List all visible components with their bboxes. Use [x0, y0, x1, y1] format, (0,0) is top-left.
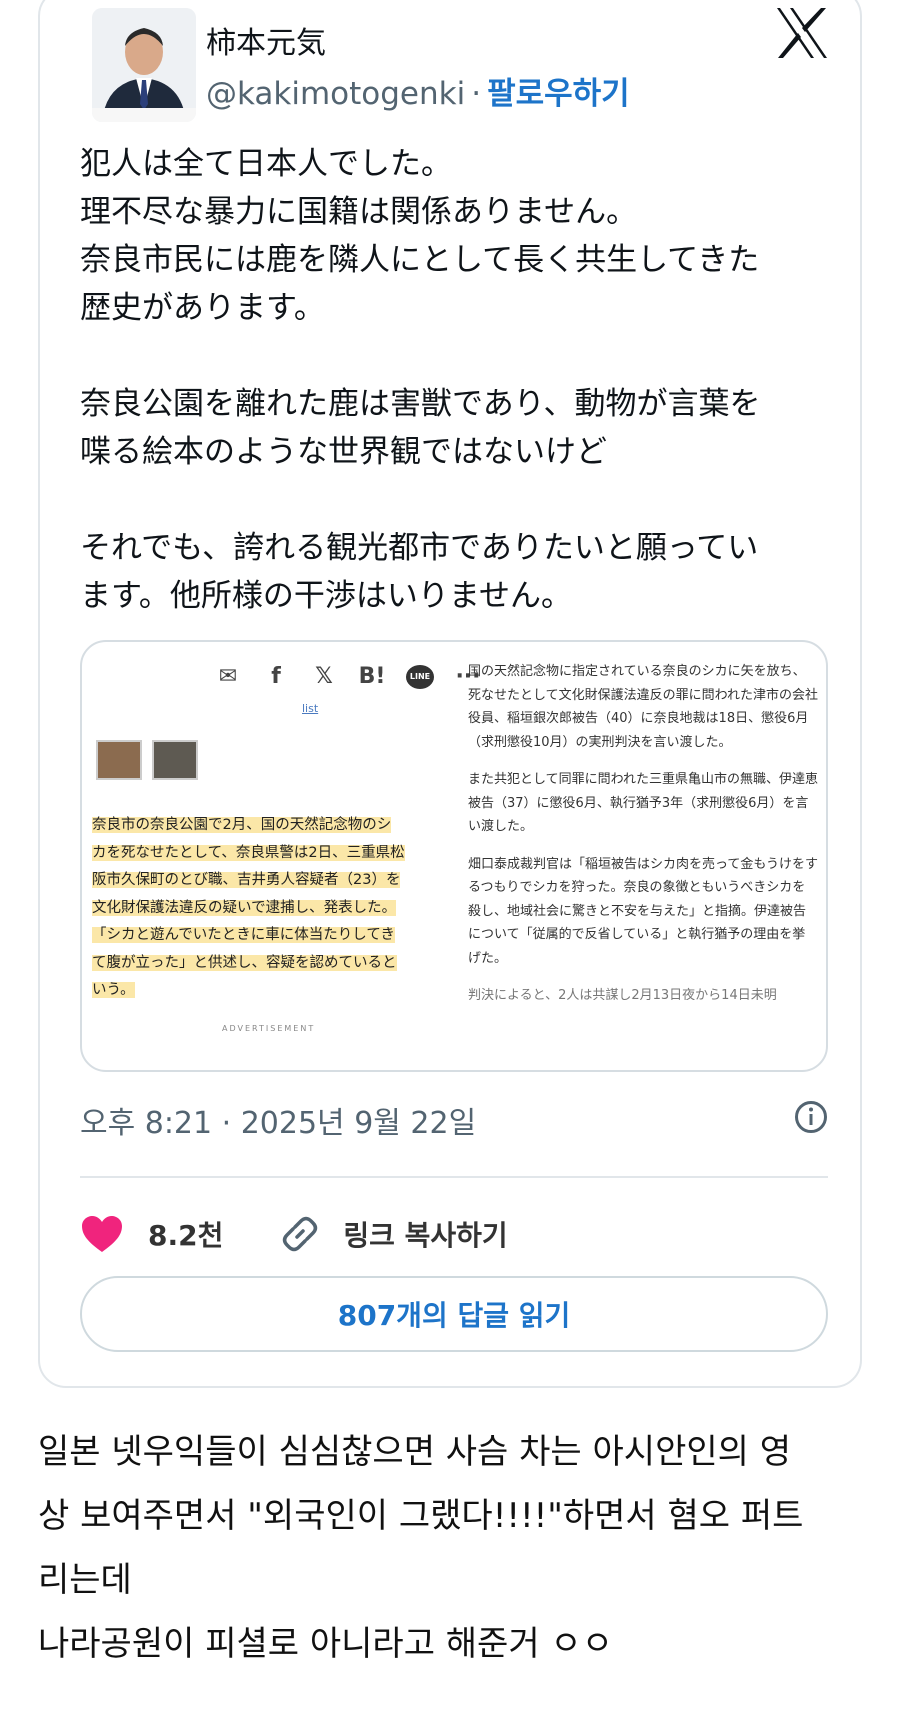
- comment-line: 상 보여주면서 "외국인이 그랬다!!!!"하면서 혐오 퍼트: [38, 1496, 804, 1536]
- info-icon[interactable]: [794, 1100, 828, 1134]
- link-icon: [283, 1216, 318, 1252]
- tweet-line: それでも、誇れる観光都市でありたいと願ってい: [80, 530, 759, 566]
- action-bar: 8.2천 링크 복사하기: [80, 1204, 508, 1264]
- tweet-line: ます。他所様の干渉はいりません。: [80, 578, 572, 614]
- tweet-embed-card: 柿本元気 @kakimotogenki · 팔로우하기 犯人は全て日本人でした。 理…: [38, 0, 862, 1388]
- thumbnail-image: [96, 740, 142, 780]
- handle[interactable]: @kakimotogenki: [206, 76, 465, 112]
- highlighted-line: 奈良市の奈良公園で2月、国の天然記念物のシ: [92, 817, 392, 833]
- heart-icon[interactable]: [80, 1214, 124, 1254]
- highlighted-line: カを死なせたとして、奈良県警は2日、三重県松: [92, 844, 405, 861]
- thumbnail-image: [152, 740, 198, 780]
- tweet-text: 犯人は全て日本人でした。 理不尽な暴力に国籍は関係ありません。 奈良市民には鹿を…: [80, 140, 840, 620]
- attached-image[interactable]: ✉ f 𝕏 B! LINE ··· list 奈良市の奈良公園で2月、国の天然記…: [80, 640, 828, 1072]
- display-name[interactable]: 柿本元気: [206, 18, 326, 62]
- highlighted-line: 「シカと遊んでいたときに車に体当たりしてき: [92, 927, 395, 943]
- tweet-line: 歴史があります。: [80, 290, 325, 326]
- like-count[interactable]: 8.2천: [148, 1214, 223, 1254]
- highlighted-line: 阪市久保町のとび職、吉井勇人容疑者（23）を: [92, 872, 401, 888]
- handle-row: @kakimotogenki · 팔로우하기: [206, 68, 630, 113]
- post-comment: 일본 넷우익들이 심심찮으면 사슴 차는 아시안인의 영 상 보여주면서 "외국…: [38, 1420, 878, 1676]
- comment-line: 리는데: [38, 1560, 132, 1600]
- article-paragraph: 国の天然記念物に指定されている奈良のシカに矢を放ち、死なせたとして文化財保護法違…: [468, 664, 818, 750]
- highlighted-line: いう。: [92, 982, 135, 998]
- divider: [80, 1176, 828, 1178]
- facebook-icon: f: [271, 664, 281, 689]
- avatar[interactable]: [92, 8, 196, 122]
- highlighted-article-text: 奈良市の奈良公園で2月、国の天然記念物のシ カを死なせたとして、奈良県警は2日、…: [92, 812, 442, 1005]
- line-icon: LINE: [406, 664, 434, 689]
- x-logo-icon[interactable]: [774, 6, 830, 60]
- copy-link-button[interactable]: 링크 복사하기: [279, 1213, 508, 1255]
- tweet-line: 理不尽な暴力に国籍は関係ありません。: [80, 194, 638, 230]
- tweet-line: 奈良公園を離れた鹿は害獣であり、動物が言葉を: [80, 386, 761, 422]
- x-icon: 𝕏: [315, 664, 333, 689]
- follow-button[interactable]: 팔로우하기: [487, 76, 630, 112]
- hatena-icon: B!: [358, 664, 386, 689]
- thumbnails: [96, 740, 198, 780]
- article-paragraph: 畑口泰成裁判官は「稲垣被告はシカ肉を売って金もうけをするつもりでシカを狩った。奈…: [468, 856, 818, 966]
- article-paragraph: 判決によると、2人は共謀し2月13日夜から14日未明: [468, 988, 777, 1000]
- separator-dot: ·: [471, 76, 482, 112]
- article-text: 国の天然記念物に指定されている奈良のシカに矢を放ち、死なせたとして文化財保護法違…: [468, 660, 818, 1014]
- tweet-line: 喋る絵本のような世界観ではないけど: [80, 434, 607, 470]
- tweet-line: 犯人は全て日本人でした。: [80, 146, 452, 182]
- timestamp[interactable]: 오후 8:21 · 2025년 9월 22일: [80, 1098, 476, 1142]
- comment-line: 나라공원이 피셜로 아니라고 해준거 ㅇㅇ: [38, 1624, 613, 1664]
- article-paragraph: また共犯として同罪に問われた三重県亀山市の無職、伊達恵被告（37）に懲役6月、執…: [468, 772, 818, 834]
- highlighted-line: 文化財保護法違反の疑いで逮捕し、発表した。: [92, 899, 397, 916]
- highlighted-line: て腹が立った」と供述し、容疑を認めていると: [92, 954, 397, 971]
- advertisement-label: ADVERTISEMENT: [222, 1024, 316, 1033]
- copy-link-label: 링크 복사하기: [343, 1219, 508, 1252]
- share-icons: ✉ f 𝕏 B! LINE ···: [214, 664, 482, 689]
- tweet-line: 奈良市民には鹿を隣人にとして長く共生してきた: [80, 242, 760, 278]
- list-link: list: [302, 702, 319, 715]
- read-replies-button[interactable]: 807개의 답글 읽기: [80, 1276, 828, 1352]
- comment-line: 일본 넷우익들이 심심찮으면 사슴 차는 아시안인의 영: [38, 1432, 792, 1472]
- mail-icon: ✉: [218, 664, 238, 689]
